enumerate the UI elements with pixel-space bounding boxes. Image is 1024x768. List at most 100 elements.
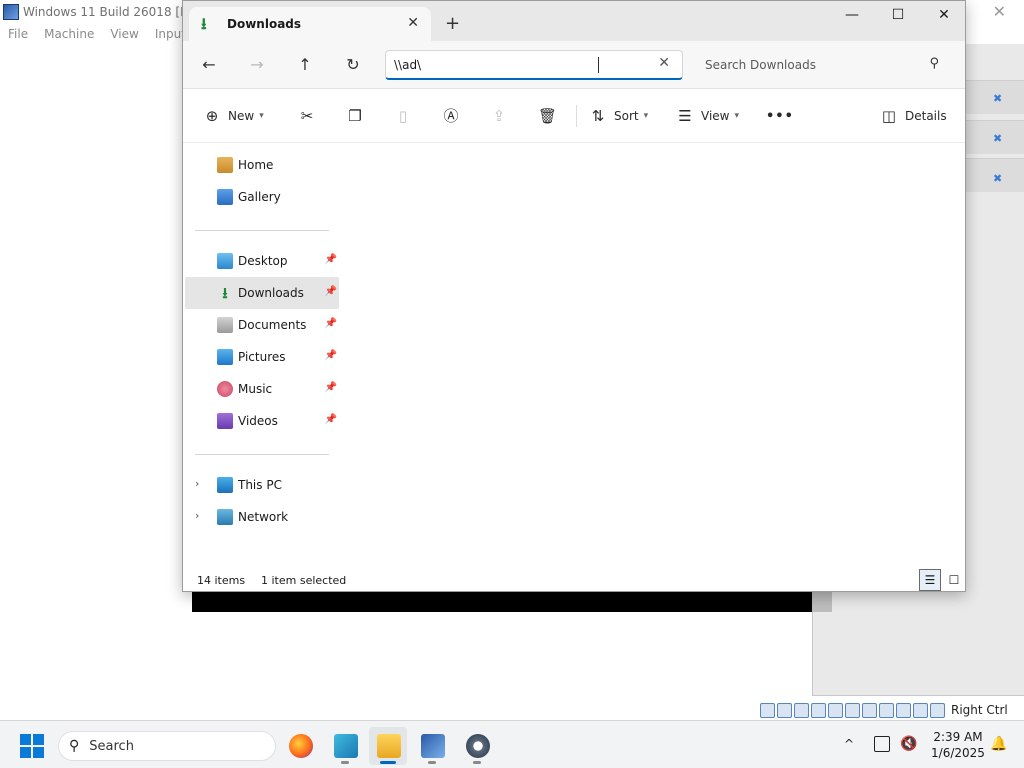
side-panel-close-icon[interactable]: ✖: [993, 133, 1003, 144]
pin-icon: 📌: [324, 414, 337, 425]
cut-button[interactable]: ✂: [298, 103, 316, 129]
start-button[interactable]: [20, 734, 44, 758]
clear-address-button[interactable]: ✕: [658, 55, 670, 71]
desktop-icon: [217, 253, 233, 269]
host-menu-file[interactable]: File: [8, 27, 28, 41]
plus-circle-icon: ⊕: [205, 107, 219, 125]
clipboard-icon: ▯: [398, 107, 408, 125]
taskbar: ⚲ ^ 🔇 2:39 AM 1/6/2025 🔔: [0, 720, 1024, 768]
item-count: 14 items: [197, 574, 246, 587]
up-button[interactable]: ↑: [293, 53, 317, 77]
mouse-integration-icon[interactable]: [913, 702, 928, 718]
sort-icon: ⇅: [591, 107, 605, 125]
taskbar-search[interactable]: ⚲: [58, 731, 276, 761]
host-menu-machine[interactable]: Machine: [44, 27, 94, 41]
details-pane-button[interactable]: ◫ Details: [880, 103, 947, 129]
pin-icon: 📌: [324, 286, 337, 297]
keyboard-capture-icon[interactable]: [930, 702, 945, 718]
more-options-button[interactable]: •••: [766, 103, 794, 129]
view-lines-icon: ☰: [678, 107, 692, 125]
details-pane-icon: ◫: [881, 107, 897, 125]
windows-logo-icon: [20, 734, 31, 745]
refresh-button[interactable]: ↻: [341, 53, 365, 77]
audio-icon[interactable]: [794, 702, 809, 718]
rename-icon: Ⓐ: [443, 107, 459, 125]
selection-count: 1 item selected: [261, 574, 347, 587]
sidebar-item-network[interactable]: › Network: [185, 501, 339, 533]
taskbar-app-settings[interactable]: [458, 727, 496, 765]
firefox-icon: [289, 734, 313, 758]
sidebar-item-label: Network: [238, 510, 289, 524]
search-input[interactable]: [705, 55, 915, 75]
pin-icon: 📌: [324, 318, 337, 329]
host-menu-view[interactable]: View: [110, 27, 138, 41]
windows-logo-icon: [20, 747, 31, 758]
chevron-right-icon[interactable]: ›: [195, 477, 199, 490]
sidebar-item-desktop[interactable]: Desktop 📌: [185, 245, 339, 277]
sidebar-item-documents[interactable]: Documents 📌: [185, 309, 339, 341]
more-options-icon: •••: [766, 108, 794, 124]
details-view-button[interactable]: ☰: [919, 569, 941, 591]
sidebar-item-downloads[interactable]: ⭳ Downloads 📌: [185, 277, 339, 309]
home-icon: [217, 157, 233, 173]
close-button[interactable]: ✕: [921, 7, 967, 27]
address-box[interactable]: ✕: [385, 50, 683, 80]
taskbar-app-firefox[interactable]: [281, 727, 319, 765]
maximize-button[interactable]: ☐: [875, 7, 921, 27]
minimize-button[interactable]: —: [829, 7, 875, 27]
display-icon[interactable]: [862, 702, 877, 718]
chevron-right-icon[interactable]: ›: [195, 509, 199, 522]
search-icon[interactable]: ⚲: [929, 56, 939, 71]
network-status-icon[interactable]: [874, 736, 890, 752]
hard-disk-icon[interactable]: [760, 702, 775, 718]
sidebar-item-pictures[interactable]: Pictures 📌: [185, 341, 339, 373]
windows-logo-icon: [33, 747, 44, 758]
show-hidden-icons-button[interactable]: ^: [844, 737, 854, 751]
new-tab-button[interactable]: +: [445, 13, 460, 34]
clock-date: 1/6/2025: [931, 746, 985, 760]
system-clock[interactable]: 2:39 AM 1/6/2025: [930, 729, 986, 761]
network-icon[interactable]: [811, 702, 826, 718]
address-input[interactable]: [394, 55, 644, 75]
tab-downloads[interactable]: ⭳ Downloads ✕: [189, 7, 431, 41]
host-close-button[interactable]: ✕: [993, 2, 1006, 21]
tab-label: Downloads: [227, 17, 302, 31]
rename-button[interactable]: Ⓐ: [442, 103, 460, 129]
cpu-icon[interactable]: [896, 702, 911, 718]
chevron-down-icon: ▾: [643, 111, 649, 121]
sidebar-item-music[interactable]: Music 📌: [185, 373, 339, 405]
taskbar-app-vscode[interactable]: [326, 727, 364, 765]
share-button[interactable]: ⇪: [490, 103, 508, 129]
taskbar-app-file-explorer[interactable]: [369, 727, 407, 765]
sidebar-item-gallery[interactable]: Gallery: [185, 181, 339, 213]
video-capture-icon[interactable]: [879, 702, 894, 718]
virtualbox-logo-icon: [3, 4, 19, 20]
usb-icon[interactable]: [828, 702, 843, 718]
running-indicator: [341, 761, 349, 764]
copy-button[interactable]: ❐: [346, 103, 364, 129]
sidebar-item-videos[interactable]: Videos 📌: [185, 405, 339, 437]
tiles-view-button[interactable]: ☐: [943, 569, 965, 591]
notifications-bell-icon[interactable]: 🔔: [990, 736, 1007, 752]
pictures-icon: [217, 349, 233, 365]
delete-button[interactable]: 🗑: [538, 103, 557, 129]
sidebar-item-home[interactable]: Home: [185, 149, 339, 181]
file-list-area[interactable]: [340, 143, 965, 563]
side-panel-close-icon[interactable]: ✖: [993, 93, 1003, 104]
sort-button[interactable]: ⇅ Sort ▾: [589, 103, 648, 129]
taskbar-search-input[interactable]: [89, 738, 250, 754]
view-button[interactable]: ☰ View ▾: [676, 103, 739, 129]
side-panel-close-icon[interactable]: ✖: [993, 173, 1003, 184]
new-button[interactable]: ⊕ New ▾: [203, 103, 264, 129]
sidebar-item-this-pc[interactable]: › This PC: [185, 469, 339, 501]
shared-folders-icon[interactable]: [845, 702, 860, 718]
tab-close-button[interactable]: ✕: [407, 15, 419, 31]
taskbar-app-virtualbox-guest[interactable]: [413, 727, 451, 765]
back-button[interactable]: ←: [197, 53, 221, 77]
paste-button[interactable]: ▯: [394, 103, 412, 129]
optical-drive-icon[interactable]: [777, 702, 792, 718]
search-box[interactable]: ⚲: [695, 50, 957, 80]
volume-muted-icon[interactable]: 🔇: [900, 736, 917, 752]
forward-button[interactable]: →: [245, 53, 269, 77]
search-icon: ⚲: [69, 738, 80, 754]
